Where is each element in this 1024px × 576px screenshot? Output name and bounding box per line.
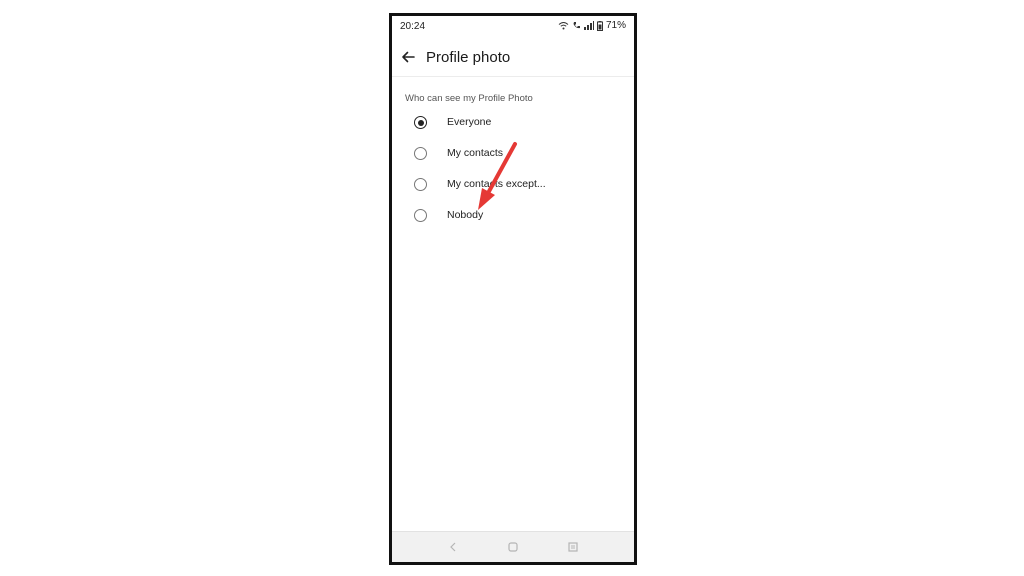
option-label: My contacts bbox=[447, 147, 504, 159]
page-title: Profile photo bbox=[426, 49, 511, 66]
status-icons: 71% bbox=[558, 20, 626, 31]
back-nav-icon[interactable] bbox=[447, 541, 459, 553]
status-bar: 20:24 71% bbox=[392, 16, 634, 38]
volte-icon bbox=[573, 22, 580, 29]
option-everyone[interactable]: Everyone bbox=[414, 115, 614, 135]
arrow-left-icon[interactable] bbox=[400, 49, 416, 65]
option-label: Nobody bbox=[447, 209, 484, 221]
home-nav-icon[interactable] bbox=[507, 541, 519, 553]
option-nobody[interactable]: Nobody bbox=[414, 208, 614, 228]
option-my-contacts-except[interactable]: My contacts except... bbox=[414, 177, 614, 197]
radio-button-checked[interactable] bbox=[414, 116, 427, 129]
section-label: Who can see my Profile Photo bbox=[405, 93, 533, 104]
radio-button[interactable] bbox=[414, 147, 427, 160]
battery-percent: 71% bbox=[605, 20, 626, 31]
app-bar: Profile photo bbox=[392, 38, 634, 77]
status-time: 20:24 bbox=[400, 21, 426, 32]
radio-button[interactable] bbox=[414, 178, 427, 191]
option-label: My contacts except... bbox=[447, 178, 546, 190]
signal-icon bbox=[583, 21, 594, 30]
radio-button[interactable] bbox=[414, 209, 427, 222]
option-label: Everyone bbox=[447, 116, 492, 128]
recents-nav-icon[interactable] bbox=[567, 541, 579, 553]
option-my-contacts[interactable]: My contacts bbox=[414, 146, 614, 166]
battery-icon bbox=[596, 20, 603, 31]
phone-frame: 20:24 71% Profile photo Who can see my P… bbox=[389, 13, 637, 565]
system-nav-bar bbox=[392, 531, 634, 562]
wifi-icon bbox=[558, 22, 569, 30]
